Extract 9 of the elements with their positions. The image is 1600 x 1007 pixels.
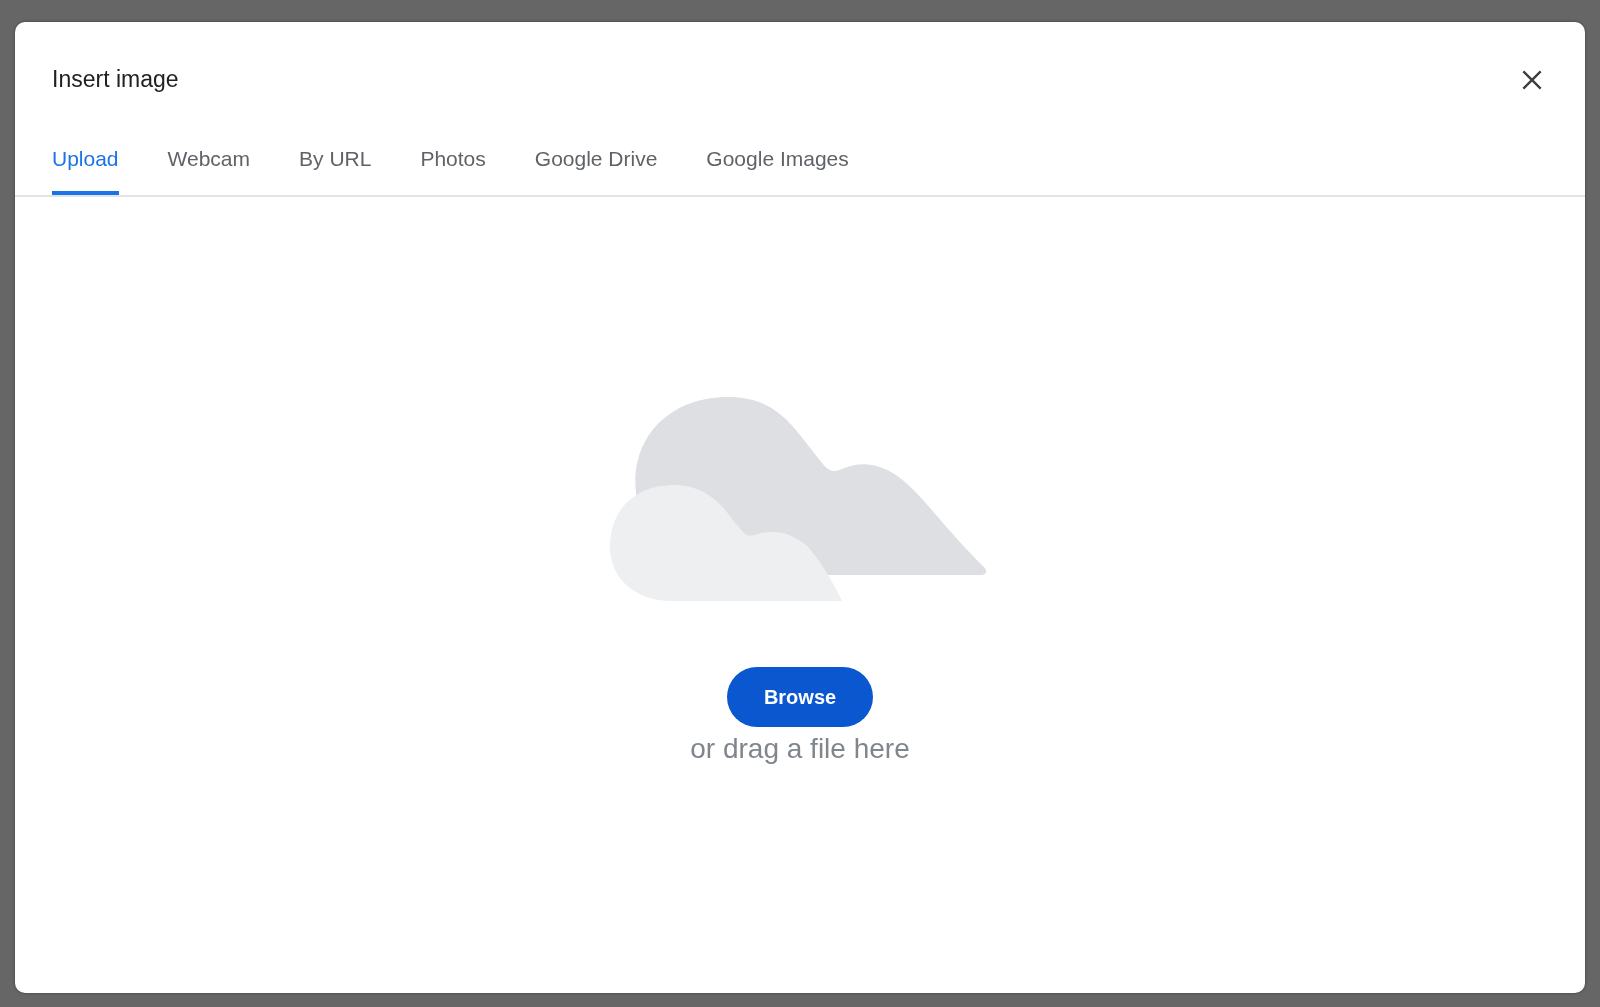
dialog-title: Insert image	[52, 66, 179, 93]
tab[interactable]: Google Images	[706, 139, 849, 195]
tab[interactable]: Webcam	[167, 139, 251, 195]
tab[interactable]: Google Drive	[534, 139, 658, 195]
tab[interactable]: Upload	[52, 139, 119, 195]
drag-hint: or drag a file here	[690, 733, 910, 765]
tab[interactable]: By URL	[299, 139, 372, 195]
browse-button[interactable]: Browse	[727, 667, 873, 727]
tab[interactable]: Photos	[420, 139, 486, 195]
